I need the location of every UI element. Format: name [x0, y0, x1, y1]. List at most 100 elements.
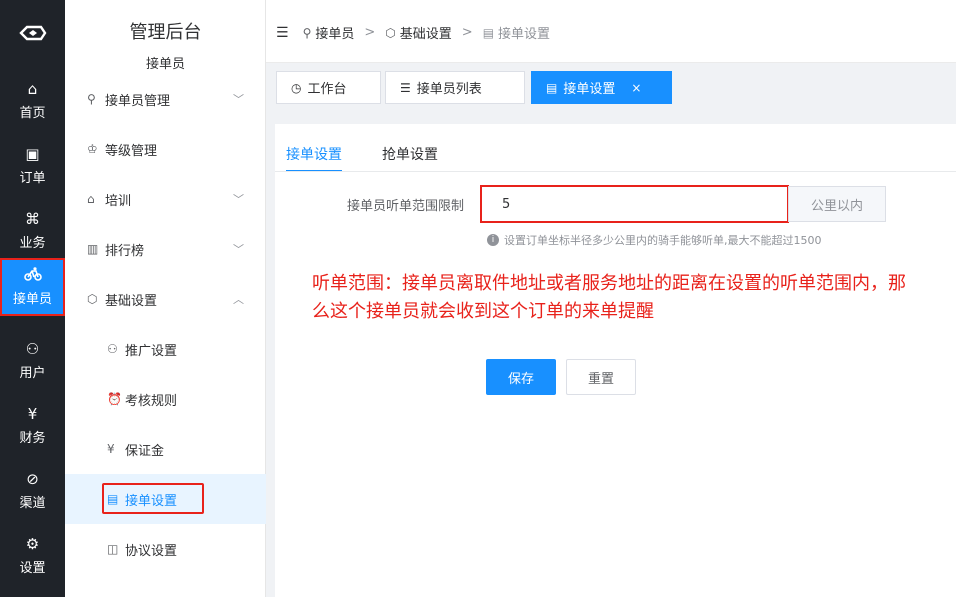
settings-icon: ⚙	[25, 535, 40, 553]
tags-view: ◷ 工作台 ☰ 接单员列表 ▤ 接单设置 ×	[266, 63, 956, 115]
rail-item-channels[interactable]: ⊘ 渠道	[0, 461, 65, 521]
sidebar-item-label: 接单员管理	[105, 93, 171, 109]
tab-rider-list[interactable]: ☰ 接单员列表	[385, 71, 525, 104]
chevron-down-icon: ﹀	[233, 93, 244, 106]
chevron-up-icon: ︿	[233, 293, 244, 306]
settings-icon: ⬡	[87, 292, 98, 306]
finance-icon: ¥	[27, 405, 38, 423]
tab-order-settings[interactable]: ▤ 接单设置 ×	[531, 71, 672, 104]
rail-item-finance[interactable]: ¥ 财务	[0, 396, 65, 456]
sidebar-item-label: 基础设置	[105, 293, 158, 309]
sidebar-item-label: 保证金	[125, 443, 165, 459]
rail-item-business[interactable]: ⌘ 业务	[0, 201, 65, 261]
annotation-text: 听单范围：接单员离取件地址或者服务地址的距离在设置的听单范围内，那么这个接单员就…	[312, 273, 906, 322]
reset-button[interactable]: 重置	[566, 359, 636, 395]
assess-icon: ⏰	[107, 392, 122, 406]
close-icon[interactable]: ×	[631, 81, 641, 95]
tab-order-settings[interactable]: 接单设置	[286, 144, 342, 172]
sidebar-item-order-settings[interactable]: ▤ 接单设置	[65, 474, 266, 524]
sidebar-item-label: 推广设置	[125, 343, 178, 359]
tab-label: 接单员列表	[416, 82, 482, 97]
ranking-icon: ▥	[87, 242, 99, 256]
breadcrumb: ☰ ⚲ 接单员 > ⬡ 基础设置 > ▤ 接单设置	[276, 23, 551, 43]
settings-tabs: 接单设置 抢单设置	[286, 144, 478, 172]
order-icon: ▣	[25, 145, 40, 163]
bike-icon: ⚲	[87, 92, 96, 106]
tab-label: 接单设置	[563, 82, 616, 97]
rail-item-riders[interactable]: 接单员	[0, 258, 65, 316]
list-icon: ☰	[400, 80, 411, 95]
rail-item-label: 首页	[19, 106, 46, 121]
training-icon: ⌂	[87, 192, 95, 206]
business-icon: ⌘	[25, 210, 40, 228]
logo-icon	[18, 25, 46, 40]
rail-item-label: 业务	[19, 236, 46, 251]
order-settings-icon: ▤	[107, 492, 119, 506]
channel-icon: ⊘	[26, 470, 39, 488]
rail-item-label: 用户	[19, 366, 46, 381]
rail-item-settings[interactable]: ⚙ 设置	[0, 526, 65, 586]
order-settings-icon: ▤	[482, 25, 495, 40]
sidebar-item-label: 考核规则	[125, 393, 178, 409]
sidebar-item-label: 接单设置	[125, 493, 178, 509]
rail-item-label: 订单	[19, 171, 46, 186]
save-button[interactable]: 保存	[486, 359, 556, 395]
tabs-divider	[275, 171, 956, 172]
content-panel: 接单设置 抢单设置 接单员听单范围限制 公里以内 i 设置订单坐标半径多少公里内…	[275, 124, 956, 597]
listen-range-label: 接单员听单范围限制	[347, 199, 465, 214]
sidebar-item-assessment-rules[interactable]: ⏰ 考核规则	[65, 374, 266, 424]
unit-append: 公里以内	[788, 186, 886, 222]
agreement-icon: ◫	[107, 542, 119, 556]
rail-item-label: 渠道	[19, 496, 46, 511]
sidebar-subtitle: 接单员	[145, 57, 185, 72]
info-icon: i	[487, 234, 499, 246]
sidebar-item-label: 排行榜	[105, 243, 145, 259]
rail-item-label: 接单员	[12, 292, 52, 307]
sub-sidebar: 管理后台 接单员 ⚲ 接单员管理 ﹀ ♔ 等级管理 ⌂ 培训 ﹀ ▥ 排行榜 ﹀…	[65, 0, 266, 597]
chevron-down-icon: ﹀	[233, 243, 244, 256]
rail-item-label: 财务	[19, 431, 46, 446]
rail-item-label: 设置	[19, 561, 46, 576]
rail-item-home[interactable]: ⌂ 首页	[0, 71, 65, 131]
breadcrumb-separator: >	[461, 25, 473, 40]
tab-workbench[interactable]: ◷ 工作台	[276, 71, 381, 104]
sidebar-item-label: 等级管理	[105, 143, 158, 159]
sidebar-item-ranking[interactable]: ▥ 排行榜 ﹀	[65, 224, 266, 274]
field-hint: i 设置订单坐标半径多少公里内的骑手能够听单,最大不能超过1500	[487, 232, 822, 248]
collapse-menu-icon[interactable]: ☰	[276, 25, 289, 41]
sidebar-item-level-management[interactable]: ♔ 等级管理	[65, 124, 266, 174]
sidebar-item-label: 培训	[105, 193, 132, 209]
sidebar-item-promotion-settings[interactable]: ⚇ 推广设置	[65, 324, 266, 374]
level-icon: ♔	[87, 142, 98, 156]
hint-text: 设置订单坐标半径多少公里内的骑手能够听单,最大不能超过1500	[504, 234, 822, 247]
sidebar-item-rider-management[interactable]: ⚲ 接单员管理 ﹀	[65, 74, 266, 124]
listen-range-input[interactable]	[480, 185, 789, 223]
app-logo[interactable]	[0, 0, 65, 65]
chevron-down-icon: ﹀	[233, 193, 244, 206]
breadcrumb-separator: >	[364, 25, 376, 40]
promote-icon: ⚇	[107, 342, 118, 356]
rider-icon	[23, 267, 42, 285]
bike-icon: ⚲	[302, 25, 312, 40]
sidebar-item-deposit[interactable]: ¥ 保证金	[65, 424, 266, 474]
sidebar-item-training[interactable]: ⌂ 培训 ﹀	[65, 174, 266, 224]
main-rail: ⌂ 首页 ▣ 订单 ⌘ 业务 接单员 ⚇ 用户 ¥ 财务 ⊘ 渠道 ⚙ 设置	[0, 0, 65, 597]
order-settings-icon: ▤	[546, 80, 558, 95]
deposit-icon: ¥	[107, 442, 115, 456]
tab-label: 工作台	[307, 82, 347, 97]
breadcrumb-item[interactable]: 接单员	[315, 23, 354, 42]
sidebar-item-agreement-settings[interactable]: ◫ 协议设置	[65, 524, 266, 574]
rail-item-orders[interactable]: ▣ 订单	[0, 136, 65, 196]
tab-grab-settings[interactable]: 抢单设置	[382, 144, 438, 172]
breadcrumb-item[interactable]: 基础设置	[400, 23, 452, 42]
breadcrumb-current: 接单设置	[498, 27, 551, 42]
home-icon: ⌂	[27, 80, 38, 98]
sidebar-item-basic-settings[interactable]: ⬡ 基础设置 ︿	[65, 274, 266, 324]
sidebar-title: 管理后台	[129, 22, 202, 43]
dashboard-icon: ◷	[291, 80, 302, 95]
sidebar-item-label: 协议设置	[125, 543, 178, 559]
rail-item-users[interactable]: ⚇ 用户	[0, 331, 65, 391]
settings-icon: ⬡	[385, 25, 396, 40]
user-icon: ⚇	[25, 340, 40, 358]
header-bar: ☰ ⚲ 接单员 > ⬡ 基础设置 > ▤ 接单设置	[266, 0, 956, 63]
